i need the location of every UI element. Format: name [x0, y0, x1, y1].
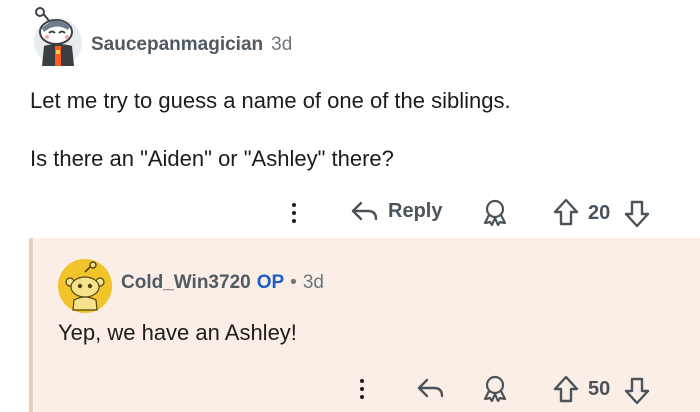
- separator-dot: •: [290, 272, 297, 293]
- comment-body-line-1: Let me try to guess a name of one of the…: [30, 88, 511, 113]
- upvote-icon[interactable]: [552, 374, 580, 404]
- comment: Saucepanmagician 3d Let me try to guess …: [0, 0, 700, 238]
- timestamp: 3d: [271, 34, 293, 55]
- more-vertical-icon[interactable]: [352, 374, 372, 404]
- more-vertical-icon[interactable]: [284, 198, 304, 228]
- comment-header: Saucepanmagician 3d: [91, 34, 292, 56]
- reply-avatar[interactable]: [57, 258, 113, 314]
- reply-arrow-icon: [351, 201, 378, 221]
- vote-count: 50: [588, 378, 611, 400]
- snoo-avatar-icon: [34, 7, 82, 66]
- comment-body-line-2: Is there an "Aiden" or "Ashley" there?: [30, 146, 394, 171]
- snoo-avatar-icon: [58, 259, 112, 313]
- avatar[interactable]: [30, 6, 86, 68]
- reply-label: Reply: [388, 199, 443, 222]
- downvote-icon[interactable]: [623, 199, 651, 229]
- reply-button[interactable]: Reply: [350, 199, 442, 223]
- downvote-icon[interactable]: [623, 376, 651, 406]
- upvote-icon[interactable]: [552, 197, 580, 227]
- reply-header: Cold_Win3720 OP • 3d: [121, 272, 324, 294]
- username[interactable]: Saucepanmagician: [91, 34, 263, 56]
- reply-arrow-icon[interactable]: [416, 376, 446, 400]
- reply-username[interactable]: Cold_Win3720: [121, 272, 251, 294]
- vote-count: 20: [588, 202, 611, 224]
- reply-body: Yep, we have an Ashley!: [58, 320, 297, 345]
- award-icon[interactable]: [480, 374, 510, 402]
- op-badge: OP: [256, 272, 285, 293]
- award-icon[interactable]: [480, 198, 510, 226]
- reply-timestamp: 3d: [302, 272, 324, 293]
